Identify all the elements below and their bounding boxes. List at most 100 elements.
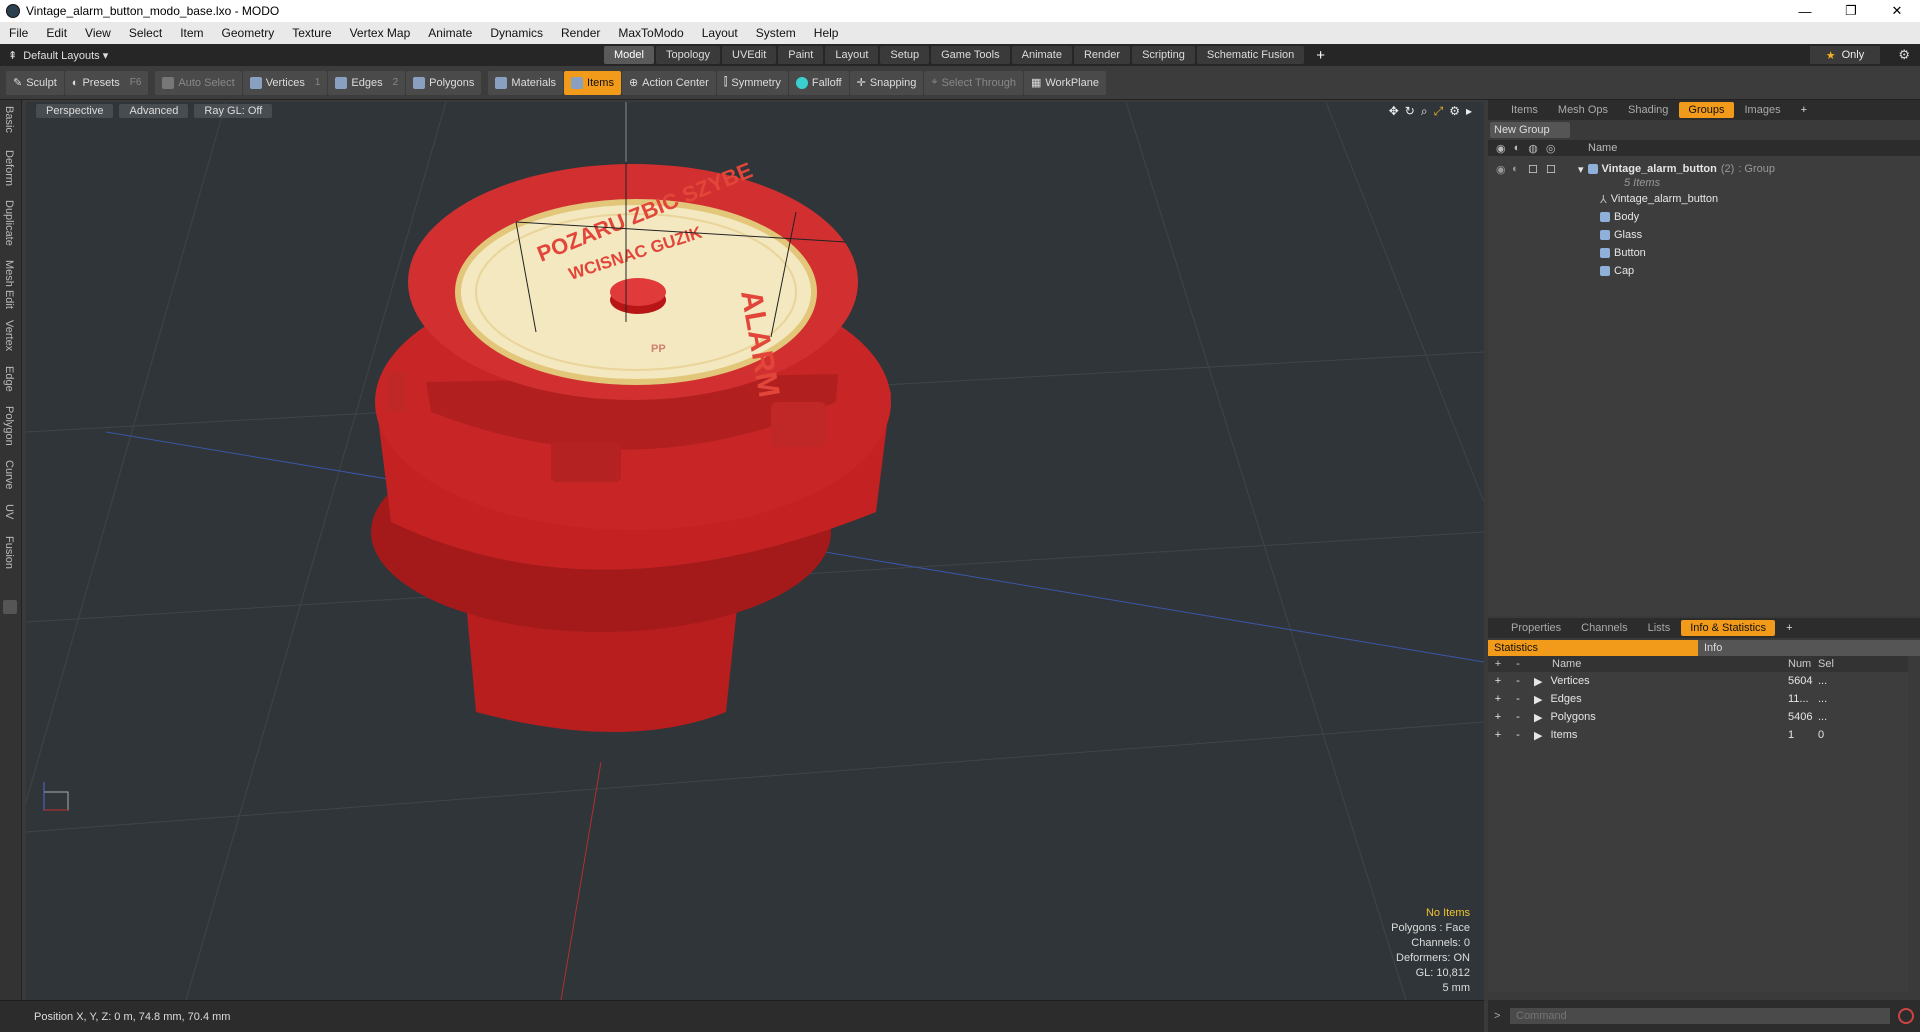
table-row[interactable]: + - ▶ Vertices 5604 ... xyxy=(1488,672,1908,690)
tree-item-glass[interactable]: Glass xyxy=(1488,226,1908,244)
presets-button[interactable]: ◐ Presets F6 xyxy=(64,70,149,95)
maximize-icon[interactable]: ❐ xyxy=(1828,0,1874,22)
viewport-menu-icon[interactable]: ▸ xyxy=(1466,104,1472,119)
close-icon[interactable]: ✕ xyxy=(1874,0,1920,22)
tab-channels[interactable]: Channels xyxy=(1572,620,1636,636)
new-group-button[interactable]: New Group xyxy=(1490,122,1570,138)
command-input[interactable] xyxy=(1510,1008,1890,1024)
action-center-button[interactable]: ⊕ Action Center xyxy=(621,70,716,95)
tab-mesh-edit[interactable]: Mesh Edit xyxy=(3,260,15,309)
advanced-dropdown[interactable]: Advanced xyxy=(119,104,189,118)
tab-images[interactable]: Images xyxy=(1736,102,1790,118)
tab-game-tools[interactable]: Game Tools xyxy=(931,46,1010,64)
polygons-button[interactable]: Polygons xyxy=(406,70,482,95)
add-info-tab-icon[interactable]: + xyxy=(1777,620,1801,636)
name-column-header[interactable]: Name xyxy=(1588,142,1617,154)
sel-header[interactable]: Sel xyxy=(1818,658,1848,670)
gear-icon[interactable]: ⚙ xyxy=(1898,47,1910,63)
only-button[interactable]: ★ Only xyxy=(1810,46,1880,64)
items-button[interactable]: Items xyxy=(564,70,621,95)
menu-view[interactable]: View xyxy=(76,26,120,40)
tab-scripting[interactable]: Scripting xyxy=(1132,46,1195,64)
tab-duplicate[interactable]: Duplicate xyxy=(3,200,15,246)
viewport-settings-icon[interactable]: ⚙ xyxy=(1449,104,1460,119)
tab-curve[interactable]: Curve xyxy=(3,460,15,489)
tree-item-cap[interactable]: Cap xyxy=(1488,262,1908,280)
remove-icon[interactable]: - xyxy=(1508,693,1528,705)
lock-col-icon[interactable]: ◍ xyxy=(1528,142,1538,155)
move-view-icon[interactable]: ✥ xyxy=(1389,104,1399,119)
expand-icon[interactable]: ▶ xyxy=(1534,711,1542,724)
menu-layout[interactable]: Layout xyxy=(693,26,747,40)
tab-topology[interactable]: Topology xyxy=(655,46,721,64)
statistics-tab[interactable]: Statistics xyxy=(1488,640,1698,656)
add-icon[interactable]: + xyxy=(1488,711,1508,723)
info-tab[interactable]: Info xyxy=(1698,640,1920,656)
menu-maxtomodo[interactable]: MaxToModo xyxy=(609,26,692,40)
edges-button[interactable]: Edges 2 xyxy=(328,70,406,95)
tree-item-button[interactable]: Button xyxy=(1488,244,1908,262)
tab-render[interactable]: Render xyxy=(1073,46,1131,64)
materials-button[interactable]: Materials xyxy=(488,70,564,95)
render-col-icon[interactable]: ◐ xyxy=(1514,142,1521,155)
menu-help[interactable]: Help xyxy=(805,26,848,40)
menu-select[interactable]: Select xyxy=(120,26,171,40)
tab-mesh-ops[interactable]: Mesh Ops xyxy=(1549,102,1617,118)
tab-animate[interactable]: Animate xyxy=(1011,46,1072,64)
menu-edit[interactable]: Edit xyxy=(37,26,76,40)
tab-edge[interactable]: Edge xyxy=(3,366,15,392)
table-row[interactable]: + - ▶ Edges 11... ... xyxy=(1488,690,1908,708)
command-record-icon[interactable] xyxy=(1898,1008,1914,1024)
add-icon[interactable]: + xyxy=(1488,729,1508,741)
remove-icon[interactable]: - xyxy=(1508,675,1528,687)
tab-paint[interactable]: Paint xyxy=(778,46,824,64)
layout-toggle-icon[interactable]: ⇞ xyxy=(8,49,17,62)
tab-layout[interactable]: Layout xyxy=(825,46,879,64)
tab-properties[interactable]: Properties xyxy=(1502,620,1570,636)
num-header[interactable]: Num xyxy=(1788,658,1818,670)
tab-model[interactable]: Model xyxy=(604,46,654,64)
menu-render[interactable]: Render xyxy=(552,26,609,40)
workplane-button[interactable]: ▦ WorkPlane xyxy=(1023,70,1106,95)
auto-select-button[interactable]: Auto Select xyxy=(155,70,242,95)
tab-schematic-fusion[interactable]: Schematic Fusion xyxy=(1196,46,1305,64)
remove-icon[interactable]: - xyxy=(1508,729,1528,741)
menu-file[interactable]: File xyxy=(0,26,37,40)
vertices-button[interactable]: Vertices 1 xyxy=(242,70,328,95)
expand-icon[interactable]: ▶ xyxy=(1534,675,1542,688)
sculpt-button[interactable]: ✎ Sculpt xyxy=(6,70,64,95)
tree-item-locator[interactable]: ⅄ Vintage_alarm_button xyxy=(1488,190,1908,208)
tab-shading[interactable]: Shading xyxy=(1619,102,1677,118)
tab-lists[interactable]: Lists xyxy=(1639,620,1680,636)
tab-info-statistics[interactable]: Info & Statistics xyxy=(1681,620,1776,636)
tab-vertex[interactable]: Vertex xyxy=(3,320,15,351)
tab-deform[interactable]: Deform xyxy=(3,150,15,186)
select-through-button[interactable]: ⌖ Select Through xyxy=(924,70,1023,95)
add-panel-tab-icon[interactable]: + xyxy=(1792,102,1816,118)
tab-items[interactable]: Items xyxy=(1502,102,1547,118)
menu-texture[interactable]: Texture xyxy=(283,26,340,40)
symmetry-button[interactable]: ⫿ Symmetry xyxy=(716,70,788,95)
tab-uvedit[interactable]: UVEdit xyxy=(722,46,777,64)
menu-animate[interactable]: Animate xyxy=(419,26,481,40)
falloff-button[interactable]: Falloff xyxy=(788,70,849,95)
add-icon[interactable]: + xyxy=(1488,693,1508,705)
visibility-col-icon[interactable]: ◉ xyxy=(1496,142,1506,155)
select-col-icon[interactable]: ◎ xyxy=(1546,142,1556,155)
tree-item-body[interactable]: Body xyxy=(1488,208,1908,226)
add-icon[interactable]: + xyxy=(1488,675,1508,687)
add-col-icon[interactable]: + xyxy=(1488,658,1508,670)
3d-viewport[interactable]: POZARU ZBIC SZYBE WCISNAC GUZIK ALARM PP… xyxy=(26,102,1484,1000)
menu-geometry[interactable]: Geometry xyxy=(213,26,284,40)
menu-system[interactable]: System xyxy=(747,26,805,40)
table-row[interactable]: + - ▶ Polygons 5406 ... xyxy=(1488,708,1908,726)
tab-basic[interactable]: Basic xyxy=(3,106,15,133)
remove-col-icon[interactable]: - xyxy=(1508,658,1528,670)
rotate-view-icon[interactable]: ↻ xyxy=(1405,104,1415,119)
panel-toggle-button[interactable] xyxy=(3,600,17,614)
tab-setup[interactable]: Setup xyxy=(880,46,930,64)
minimize-icon[interactable]: — xyxy=(1782,0,1828,22)
menu-item[interactable]: Item xyxy=(171,26,212,40)
name-header[interactable]: Name xyxy=(1528,658,1788,670)
tab-groups[interactable]: Groups xyxy=(1679,102,1734,118)
